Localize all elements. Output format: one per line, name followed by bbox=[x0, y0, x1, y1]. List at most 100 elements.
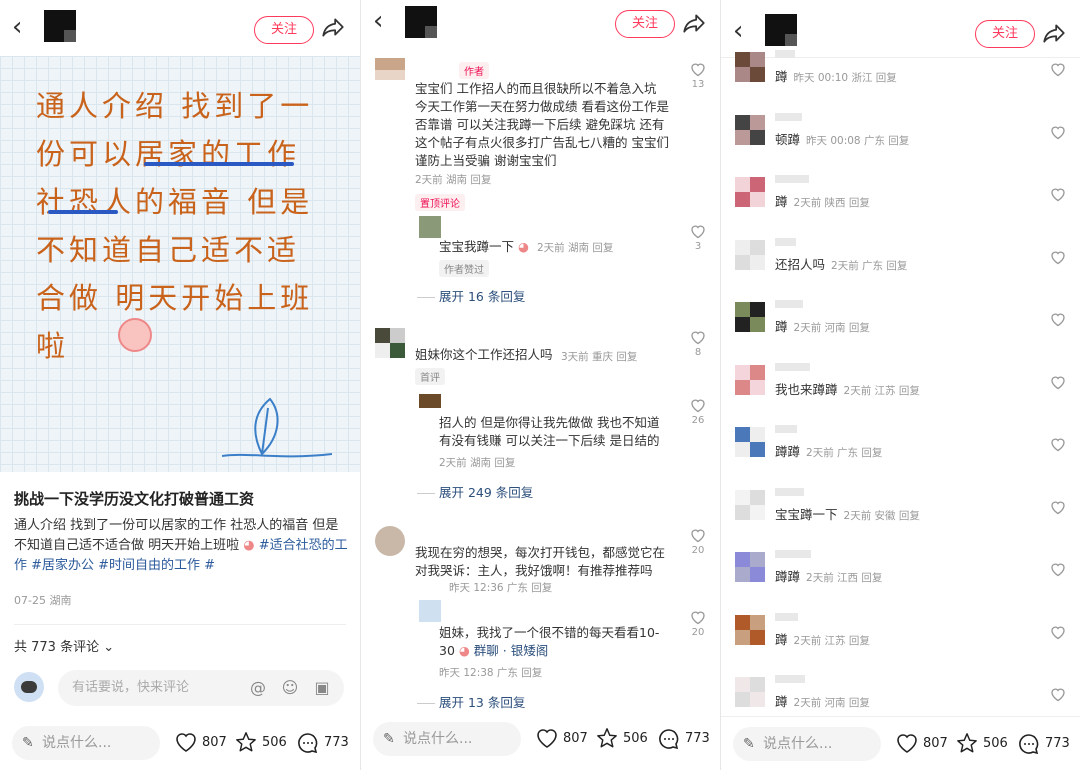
comment-like[interactable] bbox=[1049, 312, 1067, 329]
commenter-avatar[interactable] bbox=[375, 526, 405, 556]
follow-button[interactable]: 关注 bbox=[615, 10, 675, 38]
reply-meta[interactable]: 2天前 湖南 回复 bbox=[537, 240, 613, 255]
comment-text[interactable]: 姐妹你这个工作还招人吗 bbox=[415, 346, 553, 364]
group-chat-link[interactable]: 群聊 · 银矮阁 bbox=[474, 643, 548, 658]
reply-meta[interactable]: 2天前 湖南 回复 bbox=[439, 455, 515, 470]
comment-like[interactable] bbox=[1049, 250, 1067, 267]
say-input[interactable]: ✎ 说点什么... bbox=[12, 726, 160, 760]
bottom-bar: ✎ 说点什么... 807 506 773 bbox=[0, 716, 360, 770]
commenter-avatar[interactable] bbox=[735, 365, 765, 395]
author-avatar[interactable] bbox=[44, 10, 76, 42]
comment-meta[interactable]: 昨天 12:36 广东 回复 bbox=[449, 580, 552, 595]
reply-like[interactable]: 3 bbox=[689, 224, 707, 252]
back-icon[interactable]: ‹ bbox=[373, 8, 395, 36]
emoji-icon[interactable]: ☺ bbox=[280, 678, 300, 698]
commenter-avatar[interactable] bbox=[735, 240, 765, 270]
comment-like[interactable] bbox=[1049, 62, 1067, 79]
image-icon[interactable]: ▣ bbox=[312, 678, 332, 698]
comment-like[interactable]: 8 bbox=[689, 330, 707, 358]
reply-like[interactable]: 26 bbox=[689, 398, 707, 426]
comment-meta: 昨天 00:10 浙江 回复 bbox=[793, 72, 897, 84]
comment-text[interactable]: 我也来蹲蹲 2天前 江苏 回复 bbox=[775, 379, 920, 398]
commenter-avatar[interactable] bbox=[735, 177, 765, 207]
comment-like[interactable] bbox=[1049, 375, 1067, 392]
back-icon[interactable]: ‹ bbox=[12, 14, 34, 42]
commenter-avatar[interactable] bbox=[735, 52, 765, 82]
at-icon[interactable]: @ bbox=[248, 678, 268, 698]
comment-like[interactable]: 20 bbox=[689, 528, 707, 556]
comment-text[interactable]: 还招人吗 2天前 广东 回复 bbox=[775, 254, 907, 273]
commenter-avatar[interactable] bbox=[375, 328, 405, 358]
star-icon bbox=[236, 732, 256, 752]
comment-text[interactable]: 蹲 2天前 河南 回复 bbox=[775, 691, 870, 710]
heart-icon bbox=[691, 529, 705, 543]
follow-button[interactable]: 关注 bbox=[254, 16, 314, 44]
follow-button[interactable]: 关注 bbox=[975, 20, 1035, 48]
commenter-avatar[interactable] bbox=[735, 677, 765, 707]
heart-icon bbox=[537, 729, 557, 748]
say-input[interactable]: ✎ 说点什么... bbox=[733, 727, 881, 761]
reply-meta[interactable]: 昨天 12:38 广东 回复 bbox=[439, 665, 542, 680]
comment-like[interactable] bbox=[1049, 500, 1067, 517]
commenter-avatar[interactable] bbox=[419, 394, 441, 408]
comments-panel-continued: ‹ 关注 蹲昨天 00:10 浙江 回复 顿蹲 昨天 00:08 广东 回复蹲 2天前… bbox=[720, 0, 1080, 770]
comment-meta: 2天前 江苏 回复 bbox=[843, 385, 920, 397]
comment-like[interactable] bbox=[1049, 187, 1067, 204]
comment-input[interactable]: 有话要说，快来评论 @ ☺ ▣ bbox=[58, 670, 344, 706]
commenter-avatar[interactable] bbox=[375, 58, 405, 80]
comment-meta[interactable]: 2天前 湖南 回复 bbox=[415, 172, 491, 187]
reply-text[interactable]: 宝宝我蹲一下 ◕ bbox=[439, 238, 529, 256]
comment-text[interactable]: 我现在穷的想哭，每次打开钱包，都感觉它在对我哭诉：主人，我好饿啊！有推荐推荐吗 bbox=[415, 544, 671, 580]
comment-count[interactable]: 共 773 条评论 ⌄ bbox=[14, 636, 114, 655]
post-image[interactable]: 通人介绍 找到了一份可以居家的工作 社恐人的福音 但是不知道自己适不适合做 明天… bbox=[0, 56, 360, 472]
author-avatar[interactable] bbox=[765, 14, 797, 46]
masked-username bbox=[775, 675, 805, 683]
post-title: 挑战一下没学历没文化打破普通工资 bbox=[14, 490, 255, 508]
comment-text[interactable]: 蹲蹲 2天前 江西 回复 bbox=[775, 566, 882, 585]
author-badge: 作者 bbox=[459, 62, 489, 79]
commenter-avatar[interactable] bbox=[735, 490, 765, 520]
comment-like[interactable] bbox=[1049, 625, 1067, 642]
comment-meta: 2天前 安徽 回复 bbox=[843, 510, 920, 522]
comment-like[interactable]: 13 bbox=[689, 62, 707, 90]
comment-like[interactable] bbox=[1049, 437, 1067, 454]
comment-like[interactable] bbox=[1049, 562, 1067, 579]
comment-text[interactable]: 宝宝蹲一下 2天前 安徽 回复 bbox=[775, 504, 920, 523]
comment-meta[interactable]: 3天前 重庆 回复 bbox=[561, 349, 637, 364]
expand-replies[interactable]: 展开 249 条回复 bbox=[417, 482, 533, 501]
commenter-avatar[interactable] bbox=[735, 552, 765, 582]
comment-icon bbox=[659, 729, 679, 750]
comment-text[interactable]: 蹲昨天 00:10 浙江 回复 bbox=[775, 66, 897, 85]
comment-text[interactable]: 蹲蹲 2天前 广东 回复 bbox=[775, 441, 882, 460]
expand-replies[interactable]: 展开 16 条回复 bbox=[417, 286, 525, 305]
share-icon[interactable] bbox=[320, 14, 346, 40]
comment-text[interactable]: 宝宝们 工作招人的而且很缺所以不着急入坑 今天工作第一天在努力做成绩 看看这份工… bbox=[415, 80, 671, 170]
comment-text[interactable]: 顿蹲 昨天 00:08 广东 回复 bbox=[775, 129, 909, 148]
heart-icon bbox=[1051, 313, 1065, 327]
back-icon[interactable]: ‹ bbox=[733, 18, 755, 46]
expand-replies[interactable]: 展开 13 条回复 bbox=[417, 692, 525, 711]
comment-like[interactable] bbox=[1049, 125, 1067, 142]
share-icon[interactable] bbox=[681, 10, 707, 36]
commenter-avatar[interactable] bbox=[419, 600, 441, 622]
comment-text[interactable]: 蹲 2天前 江苏 回复 bbox=[775, 629, 870, 648]
share-icon[interactable] bbox=[1041, 20, 1067, 46]
commenter-avatar[interactable] bbox=[735, 302, 765, 332]
author-avatar[interactable] bbox=[405, 6, 437, 38]
reply-like[interactable]: 20 bbox=[689, 610, 707, 638]
masked-username bbox=[775, 550, 811, 558]
pen-icon: ✎ bbox=[383, 731, 395, 747]
comment-text[interactable]: 蹲 2天前 陕西 回复 bbox=[775, 191, 870, 210]
commenter-avatar[interactable] bbox=[735, 427, 765, 457]
comment-text[interactable]: 蹲 2天前 河南 回复 bbox=[775, 316, 870, 335]
reply-text[interactable]: 姐妹，我找了一个很不错的每天看看10-30 ◕ 群聊 · 银矮阁 bbox=[439, 624, 671, 660]
underline-decoration bbox=[48, 210, 118, 214]
commenter-avatar[interactable] bbox=[735, 115, 765, 145]
commenter-avatar[interactable] bbox=[735, 615, 765, 645]
leaf-doodle-icon bbox=[222, 397, 332, 458]
commenter-avatar[interactable] bbox=[419, 216, 441, 238]
say-input[interactable]: ✎ 说点什么... bbox=[373, 722, 521, 756]
sad-emoji-icon: ◕ bbox=[243, 538, 255, 553]
reply-text[interactable]: 招人的 但是你得让我先做做 我也不知道有没有钱赚 可以关注一下后续 是日结的 bbox=[439, 414, 671, 450]
comment-like[interactable] bbox=[1049, 687, 1067, 704]
